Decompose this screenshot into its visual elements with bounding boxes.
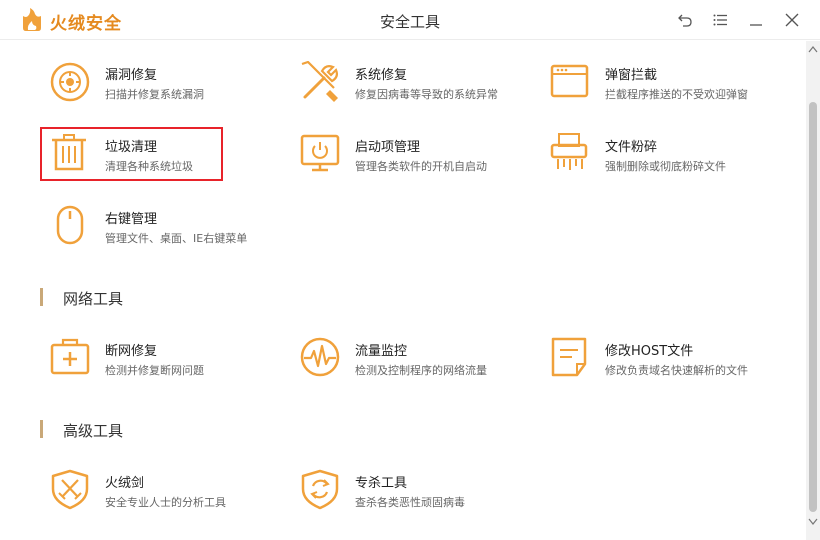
section-marker bbox=[40, 288, 43, 306]
close-button[interactable] bbox=[781, 9, 803, 31]
mouse-icon bbox=[56, 205, 84, 245]
tool-name: 专杀工具 bbox=[355, 476, 408, 491]
back-icon bbox=[678, 14, 692, 27]
tool-name: 流量监控 bbox=[355, 344, 408, 359]
close-icon bbox=[785, 13, 799, 27]
tool-description: 查杀各类恶性顽固病毒 bbox=[355, 496, 465, 509]
tool-network-repair[interactable]: 断网修复 检测并修复断网问题 bbox=[50, 337, 280, 395]
wrench-screwdriver-icon bbox=[301, 61, 338, 102]
tool-system-repair[interactable]: 系统修复 修复因病毒等导致的系统异常 bbox=[300, 61, 530, 119]
medical-kit-icon bbox=[50, 338, 90, 375]
section-marker bbox=[40, 420, 43, 438]
tool-name: 漏洞修复 bbox=[105, 68, 158, 83]
vertical-scrollbar[interactable] bbox=[806, 41, 820, 540]
tool-edit-hosts-file[interactable]: 修改HOST文件 修改负责域名快速解析的文件 bbox=[550, 337, 780, 395]
tool-description: 管理各类软件的开机自启动 bbox=[355, 160, 487, 173]
tool-huorong-sword[interactable]: 火绒剑 安全专业人士的分析工具 bbox=[50, 469, 280, 527]
tool-traffic-monitor[interactable]: 流量监控 检测及控制程序的网络流量 bbox=[300, 337, 530, 395]
lifebuoy-icon bbox=[50, 62, 90, 102]
scroll-thumb[interactable] bbox=[809, 102, 817, 512]
tool-description: 清理各种系统垃圾 bbox=[105, 160, 193, 173]
scroll-up-arrow-icon[interactable] bbox=[808, 45, 818, 53]
shield-refresh-icon bbox=[301, 469, 339, 510]
title-bar: 火绒安全 安全工具 bbox=[0, 0, 820, 40]
tool-startup-manager[interactable]: 启动项管理 管理各类软件的开机自启动 bbox=[300, 133, 530, 191]
pulse-icon bbox=[300, 337, 340, 377]
document-edit-icon bbox=[551, 337, 587, 377]
scroll-down-arrow-icon[interactable] bbox=[808, 518, 818, 526]
tool-vulnerability-repair[interactable]: 漏洞修复 扫描并修复系统漏洞 bbox=[50, 61, 280, 119]
menu-icon bbox=[713, 14, 727, 26]
tool-description: 检测及控制程序的网络流量 bbox=[355, 364, 487, 377]
tool-name: 垃圾清理 bbox=[105, 140, 158, 155]
shredder-icon bbox=[550, 133, 588, 170]
trash-icon bbox=[52, 134, 86, 171]
tool-name: 右键管理 bbox=[105, 212, 158, 227]
tool-name: 修改HOST文件 bbox=[605, 344, 694, 359]
tool-virus-killer[interactable]: 专杀工具 查杀各类恶性顽固病毒 bbox=[300, 469, 530, 527]
window-title: 安全工具 bbox=[379, 13, 440, 31]
tool-name: 火绒剑 bbox=[105, 476, 145, 491]
menu-button[interactable] bbox=[709, 9, 731, 31]
tool-description: 修复因病毒等导致的系统异常 bbox=[355, 88, 498, 101]
monitor-power-icon bbox=[300, 134, 340, 172]
tool-description: 修改负责域名快速解析的文件 bbox=[605, 364, 748, 377]
tool-popup-blocker[interactable]: 弹窗拦截 拦截程序推送的不受欢迎弹窗 bbox=[550, 61, 780, 119]
tool-file-shredder[interactable]: 文件粉碎 强制删除或彻底粉碎文件 bbox=[550, 133, 780, 191]
section-title: 网络工具 bbox=[63, 290, 124, 308]
tool-description: 检测并修复断网问题 bbox=[105, 364, 204, 377]
tool-description: 强制删除或彻底粉碎文件 bbox=[605, 160, 726, 173]
tool-description: 管理文件、桌面、IE右键菜单 bbox=[105, 232, 248, 245]
tool-name: 弹窗拦截 bbox=[605, 68, 658, 83]
tool-context-menu-manager[interactable]: 右键管理 管理文件、桌面、IE右键菜单 bbox=[50, 205, 280, 263]
tool-description: 拦截程序推送的不受欢迎弹窗 bbox=[605, 88, 748, 101]
minimize-button[interactable] bbox=[745, 9, 767, 31]
tool-name: 断网修复 bbox=[105, 344, 158, 359]
tool-name: 启动项管理 bbox=[355, 140, 421, 155]
tool-junk-cleanup[interactable]: 垃圾清理 清理各种系统垃圾 bbox=[50, 133, 280, 191]
tool-name: 文件粉碎 bbox=[605, 140, 658, 155]
popup-window-icon bbox=[550, 64, 589, 98]
back-button[interactable] bbox=[674, 9, 696, 31]
minimize-icon bbox=[750, 24, 762, 26]
tool-description: 扫描并修复系统漏洞 bbox=[105, 88, 204, 101]
shield-swords-icon bbox=[51, 469, 89, 510]
section-title: 高级工具 bbox=[63, 422, 124, 440]
tool-name: 系统修复 bbox=[355, 68, 408, 83]
tool-description: 安全专业人士的分析工具 bbox=[105, 496, 226, 509]
